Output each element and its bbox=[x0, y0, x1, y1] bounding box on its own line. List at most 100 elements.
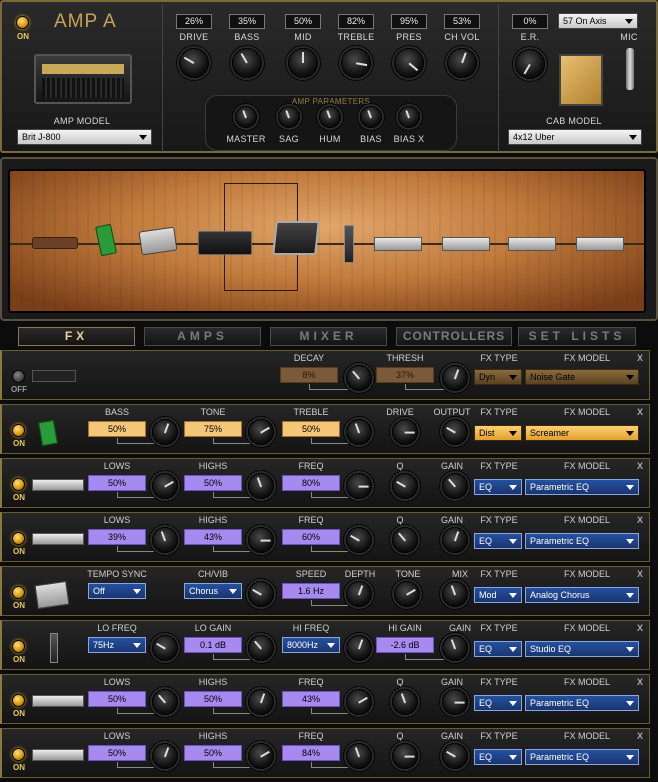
tone-knob[interactable] bbox=[248, 419, 274, 445]
bass-value[interactable]: 50% bbox=[88, 421, 146, 437]
fx-power-led[interactable] bbox=[12, 694, 25, 707]
lows-value[interactable]: 39% bbox=[88, 529, 146, 545]
cab-model-dropdown[interactable]: 4x12 Uber bbox=[508, 129, 642, 145]
treble-value[interactable]: 82% bbox=[338, 14, 374, 29]
sag-knob[interactable] bbox=[278, 106, 300, 128]
tempo-sync-dropdown[interactable]: Off bbox=[88, 583, 146, 599]
gain-knob[interactable] bbox=[442, 743, 468, 769]
bias-x-knob[interactable] bbox=[398, 106, 420, 128]
fx-model-dropdown[interactable]: Noise Gate bbox=[525, 369, 639, 385]
tab-mixer[interactable]: MIXER bbox=[270, 327, 387, 346]
treble-value[interactable]: 50% bbox=[282, 421, 340, 437]
parametric-eq-block-3[interactable] bbox=[508, 237, 556, 251]
tab-amps[interactable]: AMPS bbox=[144, 327, 261, 346]
ch-vol-value[interactable]: 53% bbox=[444, 14, 480, 29]
fx-power-led[interactable] bbox=[12, 370, 25, 383]
lows-value[interactable]: 50% bbox=[88, 691, 146, 707]
tone-value[interactable]: 75% bbox=[184, 421, 242, 437]
er-value[interactable]: 0% bbox=[512, 14, 548, 29]
remove-fx-button[interactable]: X bbox=[637, 623, 643, 633]
ch-vol-knob[interactable] bbox=[447, 48, 477, 78]
q-knob[interactable] bbox=[392, 527, 418, 553]
ch-vib-dropdown[interactable]: Chorus bbox=[184, 583, 242, 599]
screamer-pedal[interactable] bbox=[95, 223, 117, 257]
master-knob[interactable] bbox=[235, 106, 257, 128]
fx-type-dropdown[interactable]: EQ bbox=[474, 749, 522, 765]
chorus-pedal[interactable] bbox=[138, 226, 178, 256]
depth-knob[interactable] bbox=[346, 581, 372, 607]
lows-knob[interactable] bbox=[152, 473, 178, 499]
fx-model-dropdown[interactable]: Parametric EQ bbox=[525, 749, 639, 765]
freq-knob[interactable] bbox=[346, 743, 372, 769]
fx-power-led[interactable] bbox=[12, 532, 25, 545]
mic-dropdown[interactable]: 57 On Axis bbox=[558, 13, 638, 29]
fx-model-dropdown[interactable]: Parametric EQ bbox=[525, 479, 639, 495]
freq-value[interactable]: 80% bbox=[282, 475, 340, 491]
noise-gate-pedal[interactable] bbox=[32, 237, 78, 249]
decay-knob[interactable] bbox=[346, 365, 372, 391]
fx-model-dropdown[interactable]: Parametric EQ bbox=[525, 695, 639, 711]
mid-knob[interactable] bbox=[288, 48, 318, 78]
parametric-eq-block-2[interactable] bbox=[442, 237, 490, 251]
highs-value[interactable]: 50% bbox=[184, 691, 242, 707]
freq-value[interactable]: 84% bbox=[282, 745, 340, 761]
freq-value[interactable]: 60% bbox=[282, 529, 340, 545]
lo-freq-knob[interactable] bbox=[152, 635, 178, 661]
lo-gain-knob[interactable] bbox=[248, 635, 274, 661]
fx-model-dropdown[interactable]: Parametric EQ bbox=[525, 533, 639, 549]
mid-value[interactable]: 50% bbox=[285, 14, 321, 29]
remove-fx-button[interactable]: X bbox=[637, 569, 643, 579]
fx-power-led[interactable] bbox=[12, 424, 25, 437]
parametric-eq-block-1[interactable] bbox=[374, 237, 422, 251]
q-knob[interactable] bbox=[392, 743, 418, 769]
fx-type-dropdown[interactable]: Mod bbox=[474, 587, 522, 603]
fx-power-led[interactable] bbox=[12, 640, 25, 653]
fx-type-dropdown[interactable]: EQ bbox=[474, 533, 522, 549]
fx-model-dropdown[interactable]: Analog Chorus bbox=[525, 587, 639, 603]
lo-freq-dropdown[interactable]: 75Hz bbox=[88, 637, 146, 653]
highs-knob[interactable] bbox=[248, 473, 274, 499]
fx-type-dropdown[interactable]: EQ bbox=[474, 479, 522, 495]
remove-fx-button[interactable]: X bbox=[637, 515, 643, 525]
freq-knob[interactable] bbox=[346, 689, 372, 715]
remove-fx-button[interactable]: X bbox=[637, 731, 643, 741]
bass-knob[interactable] bbox=[152, 419, 178, 445]
highs-knob[interactable] bbox=[248, 743, 274, 769]
amp-model-dropdown[interactable]: Brit J-800 bbox=[17, 129, 152, 145]
amp-power-led[interactable] bbox=[16, 16, 29, 29]
fx-type-dropdown[interactable]: Dist bbox=[474, 425, 522, 441]
highs-value[interactable]: 43% bbox=[184, 529, 242, 545]
lows-knob[interactable] bbox=[152, 743, 178, 769]
freq-knob[interactable] bbox=[346, 473, 372, 499]
hi-freq-knob[interactable] bbox=[346, 635, 372, 661]
remove-fx-button[interactable]: X bbox=[637, 461, 643, 471]
bass-value[interactable]: 35% bbox=[229, 14, 265, 29]
hi-freq-dropdown[interactable]: 8000Hz bbox=[282, 637, 340, 653]
lows-knob[interactable] bbox=[152, 689, 178, 715]
amp-head-block[interactable] bbox=[198, 231, 252, 255]
fx-type-dropdown[interactable]: EQ bbox=[474, 641, 522, 657]
freq-knob[interactable] bbox=[346, 527, 372, 553]
parametric-eq-block-4[interactable] bbox=[576, 237, 624, 251]
mix-knob[interactable] bbox=[442, 581, 468, 607]
tab-controllers[interactable]: CONTROLLERS bbox=[396, 327, 512, 346]
freq-value[interactable]: 43% bbox=[282, 691, 340, 707]
studio-eq-block[interactable] bbox=[344, 225, 354, 263]
decay-value[interactable]: 8% bbox=[280, 367, 338, 383]
gain-knob[interactable] bbox=[442, 635, 468, 661]
fx-power-led[interactable] bbox=[12, 478, 25, 491]
fx-power-led[interactable] bbox=[12, 748, 25, 761]
fx-model-dropdown[interactable]: Screamer bbox=[525, 425, 639, 441]
treble-knob[interactable] bbox=[346, 419, 372, 445]
q-knob[interactable] bbox=[392, 689, 418, 715]
lows-value[interactable]: 50% bbox=[88, 475, 146, 491]
lows-value[interactable]: 50% bbox=[88, 745, 146, 761]
highs-value[interactable]: 50% bbox=[184, 745, 242, 761]
lo-gain-value[interactable]: 0.1 dB bbox=[184, 637, 242, 653]
treble-knob[interactable] bbox=[341, 48, 371, 78]
q-knob[interactable] bbox=[392, 473, 418, 499]
bias-knob[interactable] bbox=[360, 106, 382, 128]
drive-knob[interactable] bbox=[392, 419, 418, 445]
thresh-value[interactable]: 37% bbox=[376, 367, 434, 383]
lows-knob[interactable] bbox=[152, 527, 178, 553]
